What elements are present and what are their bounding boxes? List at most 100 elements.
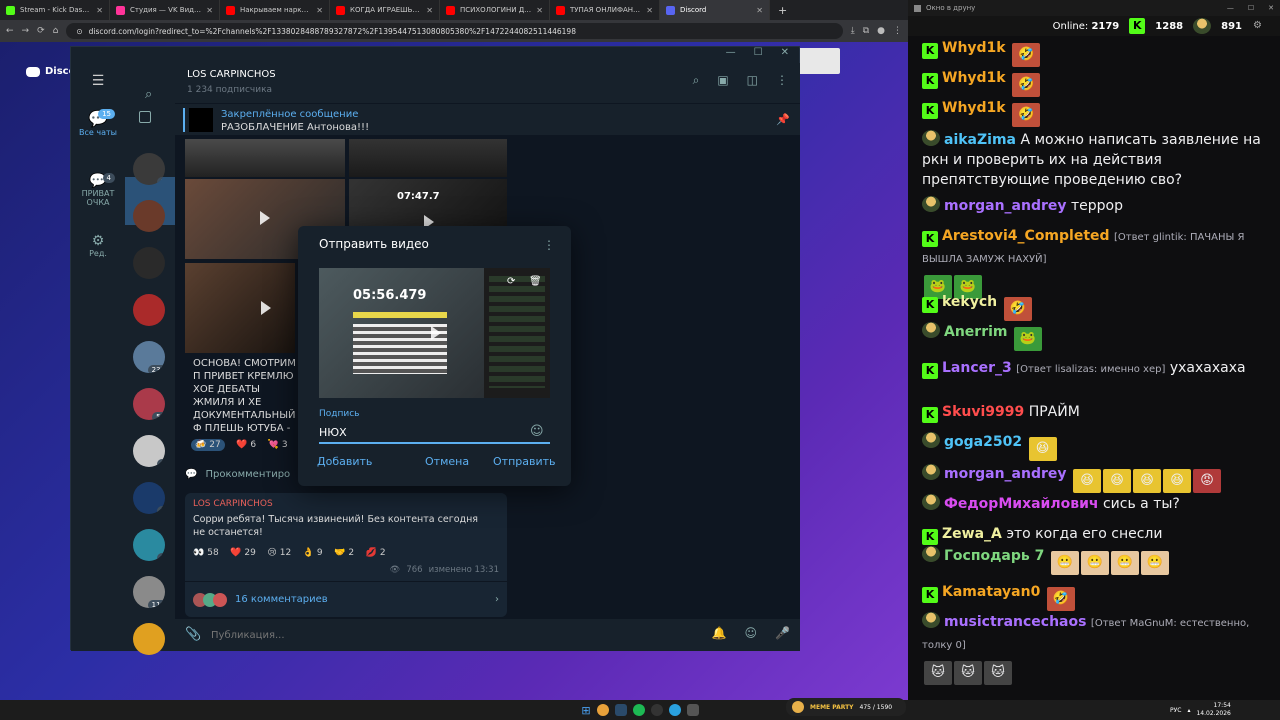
- chat-avatar[interactable]: 231: [133, 341, 165, 373]
- chat-username[interactable]: Lancer_3: [942, 360, 1012, 376]
- spotify-icon[interactable]: [632, 704, 645, 716]
- chat-username[interactable]: Zewa_A: [942, 526, 1002, 542]
- minimize-icon[interactable]: —: [726, 47, 736, 63]
- meme-party-widget[interactable]: MEME PARTY 475 / 1590: [786, 698, 906, 716]
- close-tab-icon[interactable]: ✕: [426, 6, 433, 15]
- minimize-icon[interactable]: —: [1227, 4, 1234, 12]
- address-bar[interactable]: ⊙ discord.com/login?redirect_to=%2Fchann…: [66, 23, 843, 39]
- chat-username[interactable]: Kamatayan0: [942, 584, 1040, 600]
- home-icon[interactable]: ⌂: [53, 26, 59, 36]
- app-icon[interactable]: [686, 704, 699, 716]
- chrome-icon[interactable]: [596, 704, 609, 716]
- more-icon[interactable]: ⋮: [776, 73, 788, 88]
- browser-tab[interactable]: Stream - Kick Dashboard✕: [0, 0, 110, 20]
- maximize-icon[interactable]: ☐: [1248, 4, 1254, 12]
- comments-link[interactable]: 16 комментариев ›: [185, 581, 507, 617]
- reaction[interactable]: 🤝 2: [334, 548, 354, 558]
- chat-avatar[interactable]: 1: [133, 435, 165, 467]
- close-icon[interactable]: ✕: [781, 47, 789, 63]
- reaction[interactable]: 😢 12: [267, 548, 291, 558]
- sidebar-toggle-icon[interactable]: ◫: [747, 73, 758, 88]
- chat-avatar[interactable]: 2: [133, 529, 165, 561]
- maximize-icon[interactable]: ☐: [754, 47, 763, 63]
- video-thumbnail[interactable]: [349, 139, 507, 177]
- message-input[interactable]: [211, 625, 691, 645]
- new-tab-icon[interactable]: +: [770, 4, 795, 17]
- chat-username[interactable]: Whyd1k: [942, 100, 1006, 116]
- profile-icon[interactable]: ●: [877, 26, 885, 36]
- emoji-icon[interactable]: ☺: [530, 424, 544, 439]
- extensions-icon[interactable]: ⧉: [863, 26, 869, 36]
- obs-icon[interactable]: [650, 704, 663, 716]
- chat-username[interactable]: Anerrim: [944, 324, 1008, 340]
- chat-username[interactable]: kekych: [942, 294, 997, 310]
- chat-avatar[interactable]: [133, 247, 165, 279]
- browser-tab[interactable]: Накрываем наркозаборатор✕: [220, 0, 330, 20]
- wifi-icon[interactable]: ▴: [1187, 707, 1190, 714]
- telegram-icon[interactable]: [668, 704, 681, 716]
- chat-username[interactable]: Skuvi9999: [942, 404, 1024, 420]
- reaction[interactable]: 👀 58: [193, 548, 219, 558]
- reaction[interactable]: 👌 9: [303, 548, 323, 558]
- chat-username[interactable]: ФедорМихайлович: [944, 496, 1099, 512]
- archive-icon[interactable]: [139, 111, 151, 123]
- delete-icon[interactable]: 🗑: [529, 276, 542, 287]
- send-button[interactable]: Отправить: [493, 455, 556, 468]
- chat-username[interactable]: Господарь 7: [944, 548, 1044, 564]
- video-chat-icon[interactable]: ▣: [717, 73, 728, 88]
- close-tab-icon[interactable]: ✕: [646, 6, 653, 15]
- video-preview[interactable]: 05:56.479 ⟳ 🗑: [319, 268, 550, 398]
- chat-avatar[interactable]: 58: [133, 388, 165, 420]
- folder-edit[interactable]: ⚙ Ред.: [71, 233, 125, 258]
- add-button[interactable]: Добавить: [317, 455, 372, 468]
- browser-tab[interactable]: КОГДА ИГРАЕШЬ С МОДАМИ✕: [330, 0, 440, 20]
- close-tab-icon[interactable]: ✕: [96, 6, 103, 15]
- replace-icon[interactable]: ⟳: [507, 276, 515, 287]
- channel-title[interactable]: LOS CARPINCHOS: [187, 69, 276, 80]
- bell-icon[interactable]: 🔔: [712, 626, 727, 640]
- steam-icon[interactable]: [614, 704, 627, 716]
- folder-private[interactable]: 💬 ПРИВАТ ОЧКА 4: [71, 173, 125, 207]
- chat-avatar[interactable]: 2: [133, 153, 165, 185]
- clock[interactable]: 17:54 14.02.2026: [1196, 702, 1230, 718]
- video-thumbnail[interactable]: [185, 139, 345, 177]
- back-icon[interactable]: ←: [6, 26, 14, 36]
- search-icon[interactable]: ⌕: [693, 73, 700, 88]
- chat-username[interactable]: morgan_andrey: [944, 198, 1067, 214]
- attach-icon[interactable]: 📎: [185, 627, 201, 642]
- chat-avatar[interactable]: [133, 294, 165, 326]
- forward-icon[interactable]: →: [22, 26, 30, 36]
- site-info-icon[interactable]: ⊙: [76, 27, 82, 36]
- close-tab-icon[interactable]: ✕: [536, 6, 543, 15]
- browser-tab[interactable]: Discord ✕: [660, 0, 770, 20]
- reaction[interactable]: ❤️ 29: [230, 548, 256, 558]
- emoji-icon[interactable]: ☺: [745, 626, 758, 640]
- chat-avatar[interactable]: [133, 200, 165, 232]
- cancel-button[interactable]: Отмена: [425, 455, 469, 468]
- reaction[interactable]: 💋 2: [366, 548, 386, 558]
- folder-all-chats[interactable]: 💬 Все чаты 15: [71, 109, 125, 137]
- menu-icon[interactable]: ⋮: [893, 26, 902, 36]
- chat-avatar[interactable]: [133, 623, 165, 655]
- start-icon[interactable]: ⊞: [581, 704, 590, 717]
- browser-tab[interactable]: ТУПАЯ ОНЛИФАНС МОДЕЛ✕: [550, 0, 660, 20]
- reaction[interactable]: ❤️ 6: [236, 440, 256, 450]
- browser-tab[interactable]: Студия — VK Видео Live✕: [110, 0, 220, 20]
- search-icon[interactable]: ⌕: [145, 87, 152, 102]
- chat-username[interactable]: Whyd1k: [942, 40, 1006, 56]
- chat-username[interactable]: goga2502: [944, 434, 1022, 450]
- more-icon[interactable]: ⋮: [543, 238, 555, 252]
- language-indicator[interactable]: РУС: [1170, 707, 1181, 714]
- pinned-message-bar[interactable]: Закреплённое сообщение РАЗОБЛАЧЕНИЕ Анто…: [175, 103, 800, 135]
- chat-avatar[interactable]: 2: [133, 482, 165, 514]
- close-icon[interactable]: ✕: [1268, 4, 1274, 12]
- reaction[interactable]: 💘 3: [268, 440, 288, 450]
- browser-tab[interactable]: ПСИХОЛОГИНИ Дрессиру✕: [440, 0, 550, 20]
- video-thumbnail[interactable]: [185, 263, 295, 353]
- chat-username[interactable]: morgan_andrey: [944, 466, 1067, 482]
- settings-icon[interactable]: ⚙: [1253, 20, 1262, 31]
- caption-input[interactable]: [319, 422, 550, 444]
- chat-username[interactable]: Arestovi4_Completed: [942, 228, 1110, 244]
- comment-button[interactable]: 💬 Прокомментиро: [185, 459, 295, 489]
- reload-icon[interactable]: ⟳: [37, 26, 45, 36]
